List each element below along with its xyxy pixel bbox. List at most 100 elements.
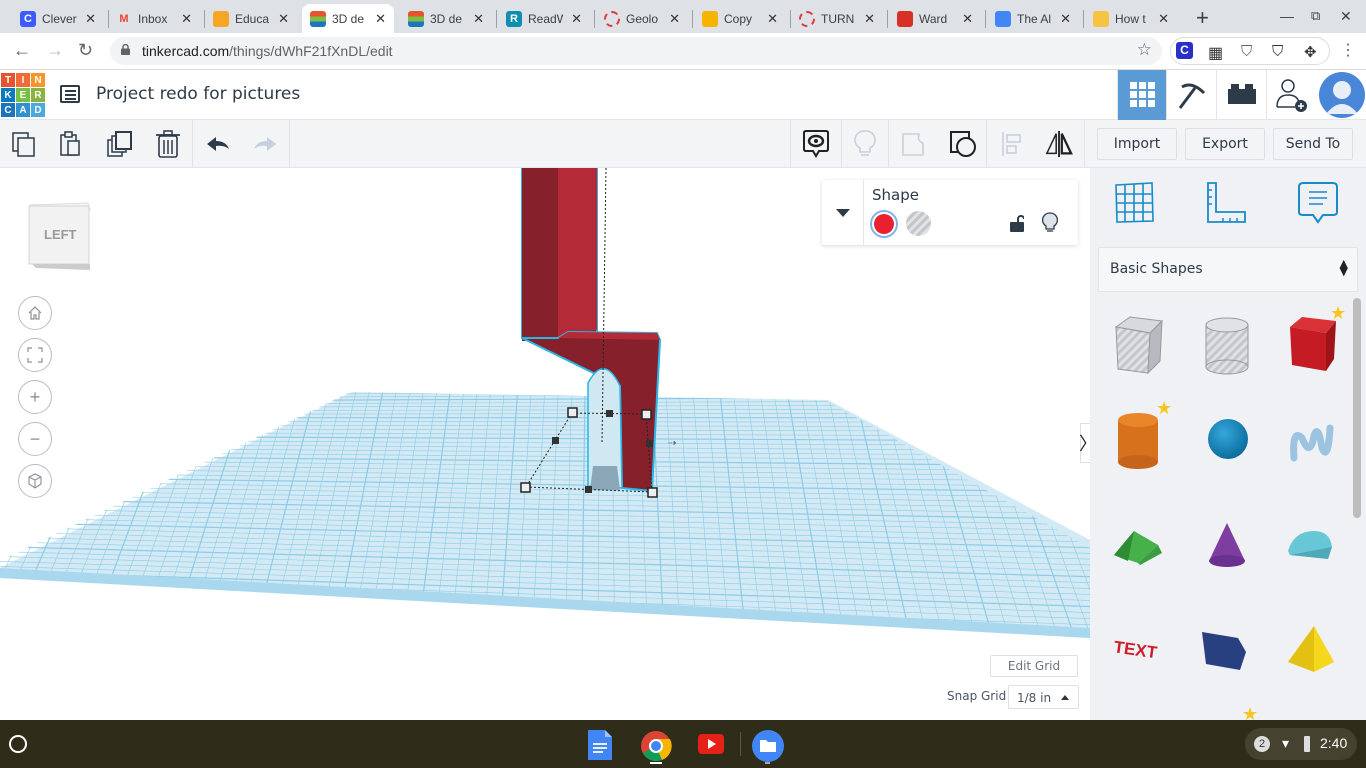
selected-3d-shape[interactable] — [0, 168, 1090, 720]
ungroup-icon[interactable] — [949, 130, 977, 158]
browser-tab[interactable]: The Al ✕ — [987, 4, 1079, 33]
snap-grid-select[interactable]: 1/8 in — [1008, 685, 1079, 709]
shape-roof[interactable] — [1110, 513, 1170, 577]
browser-menu-icon[interactable]: ⋮ — [1340, 40, 1356, 60]
close-tab-icon[interactable]: ✕ — [1060, 11, 1071, 27]
browser-tab[interactable]: Geolo ✕ — [596, 4, 688, 33]
edge-handle[interactable] — [552, 437, 559, 444]
project-title[interactable]: Project redo for pictures — [96, 84, 300, 104]
close-tab-icon[interactable]: ✕ — [767, 11, 778, 27]
youtube-app-icon[interactable] — [697, 730, 727, 760]
browser-tab[interactable]: R ReadW ✕ — [498, 4, 590, 33]
send-to-button[interactable]: Send To — [1273, 128, 1353, 160]
edge-handle[interactable] — [646, 440, 653, 447]
chrome-app-icon[interactable] — [640, 730, 672, 762]
bookmark-star-icon[interactable]: ☆ — [1137, 40, 1152, 60]
puzzle-extensions-icon[interactable]: ✥ — [1304, 43, 1317, 61]
bricks-view-button[interactable] — [1166, 70, 1216, 120]
files-app-icon[interactable] — [752, 730, 784, 762]
shape-cone[interactable] — [1198, 513, 1258, 577]
back-icon[interactable]: ← — [13, 40, 31, 61]
tinkercad-logo[interactable]: TIN KER CAD — [1, 73, 45, 117]
close-tab-icon[interactable]: ✕ — [864, 11, 875, 27]
edit-grid-button[interactable]: Edit Grid — [990, 655, 1078, 677]
copy-icon[interactable] — [10, 130, 38, 158]
clever-extension-icon[interactable]: C — [1176, 42, 1193, 59]
visibility-lightbulb-icon[interactable] — [1042, 212, 1058, 239]
paste-icon[interactable] — [57, 130, 85, 158]
notes-tool-button[interactable] — [1295, 180, 1341, 226]
arch-shape-model[interactable] — [520, 168, 662, 498]
shape-polygon[interactable] — [1198, 618, 1258, 682]
browser-tab[interactable]: M Inbox ✕ — [108, 4, 200, 33]
minimize-window-button[interactable]: — — [1280, 8, 1294, 24]
edge-handle[interactable] — [606, 410, 613, 417]
delete-trash-icon[interactable] — [154, 130, 182, 158]
shield-extension-icon[interactable]: ⛉ — [1241, 43, 1252, 60]
edge-handle[interactable] — [585, 486, 592, 493]
close-tab-icon[interactable]: ✕ — [181, 11, 192, 27]
close-tab-icon[interactable]: ✕ — [278, 11, 289, 27]
home-view-button[interactable] — [18, 296, 52, 330]
close-tab-icon[interactable]: ✕ — [1158, 11, 1169, 27]
shape-category-select[interactable]: Basic Shapes ▲ ▼ — [1098, 247, 1358, 292]
import-button[interactable]: Import — [1097, 128, 1177, 160]
invite-user-button[interactable] — [1266, 70, 1316, 120]
qr-code-extension-icon[interactable]: ▦ — [1208, 43, 1223, 63]
url-text[interactable]: tinkercad.com/things/dWhF21fXnDL/edit — [142, 43, 393, 59]
view-cube[interactable]: LEFT — [28, 202, 91, 270]
shapes-scrollbar[interactable] — [1353, 298, 1361, 518]
align-icon[interactable] — [998, 130, 1026, 158]
google-docs-app-icon[interactable] — [588, 730, 618, 760]
close-tab-icon[interactable]: ✕ — [962, 11, 973, 27]
browser-tab[interactable]: Educa ✕ — [205, 4, 297, 33]
corner-handle[interactable] — [647, 487, 658, 498]
lego-view-button[interactable] — [1216, 70, 1266, 120]
user-avatar[interactable] — [1319, 72, 1365, 118]
corner-handle[interactable] — [567, 407, 578, 418]
workplane-viewport[interactable]: LEFT + − Shape Edit Grid Snap Grid 1/8 i… — [0, 168, 1090, 720]
shape-scribble[interactable] — [1284, 408, 1344, 472]
launcher-icon[interactable] — [9, 735, 27, 753]
shape-round-roof[interactable] — [1284, 513, 1344, 577]
shape-text[interactable]: TEXT — [1110, 618, 1170, 682]
restore-window-button[interactable]: ⧉ — [1311, 8, 1320, 24]
close-tab-icon[interactable]: ✕ — [473, 11, 484, 27]
unlock-icon[interactable] — [1010, 215, 1025, 237]
forward-icon[interactable]: → — [46, 40, 64, 61]
shield-extension-icon-2[interactable]: ⛉ — [1272, 43, 1283, 60]
browser-tab[interactable]: TURN ✕ — [791, 4, 883, 33]
zoom-out-button[interactable]: − — [18, 422, 52, 456]
workplane-tool-button[interactable] — [1112, 180, 1158, 226]
browser-tab[interactable]: Ward ✕ — [889, 4, 981, 33]
close-tab-icon[interactable]: ✕ — [375, 11, 386, 27]
shape-sphere[interactable] — [1198, 408, 1258, 472]
design-list-icon[interactable] — [60, 85, 80, 103]
browser-tab[interactable]: How t ✕ — [1085, 4, 1177, 33]
browser-tab[interactable]: 3D de ✕ — [302, 4, 394, 33]
notification-count-badge[interactable]: 2 — [1254, 736, 1270, 752]
group-icon[interactable] — [900, 130, 928, 158]
show-all-lightbulb-icon[interactable] — [851, 130, 879, 158]
corner-handle[interactable] — [520, 482, 531, 493]
notes-eye-icon[interactable] — [802, 130, 830, 158]
ruler-tool-button[interactable] — [1203, 180, 1249, 226]
mirror-icon[interactable] — [1045, 130, 1073, 158]
close-tab-icon[interactable]: ✕ — [571, 11, 582, 27]
close-window-button[interactable]: ✕ — [1340, 8, 1352, 25]
export-button[interactable]: Export — [1185, 128, 1265, 160]
fit-view-button[interactable] — [18, 338, 52, 372]
shape-cylinder-hole[interactable] — [1198, 313, 1258, 377]
solid-color-swatch[interactable] — [870, 210, 898, 238]
reload-icon[interactable]: ↻ — [78, 40, 93, 61]
hole-swatch[interactable] — [906, 211, 931, 236]
new-tab-button[interactable]: + — [1196, 5, 1209, 31]
close-tab-icon[interactable]: ✕ — [85, 11, 96, 27]
3d-design-view-button[interactable] — [1117, 70, 1167, 120]
browser-tab[interactable]: C Clever ✕ — [12, 4, 104, 33]
shape-box-hole[interactable] — [1110, 313, 1170, 377]
undo-icon[interactable] — [204, 130, 232, 158]
ortho-view-button[interactable] — [18, 464, 52, 498]
close-tab-icon[interactable]: ✕ — [669, 11, 680, 27]
corner-handle[interactable] — [641, 409, 652, 420]
